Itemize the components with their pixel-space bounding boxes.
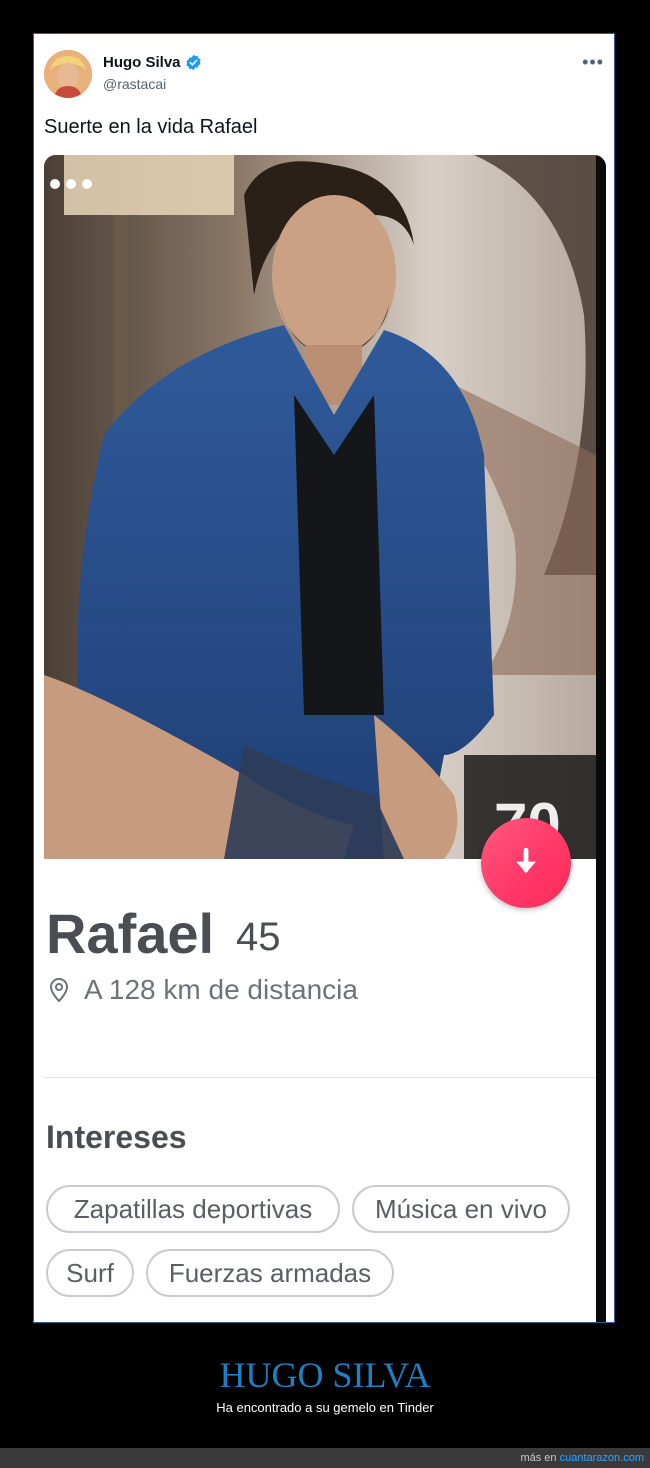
photo-dot[interactable] <box>82 179 92 189</box>
scroll-rail <box>596 155 606 1322</box>
location-row: A 128 km de distancia <box>48 974 358 1006</box>
arrow-down-icon <box>516 847 536 873</box>
display-name[interactable]: Hugo Silva <box>103 54 181 71</box>
photo-dot[interactable] <box>50 179 60 189</box>
profile-info: Rafael 45 A 128 km de distancia Interese… <box>44 859 596 1322</box>
interest-chip[interactable]: Fuerzas armadas <box>146 1249 394 1297</box>
profile-photo[interactable]: 70 <box>44 155 596 859</box>
interests-title: Intereses <box>46 1119 187 1155</box>
interest-chip[interactable]: Zapatillas deportivas <box>46 1185 340 1233</box>
interest-chip[interactable]: Música en vivo <box>352 1185 570 1233</box>
tweet-card: Hugo Silva @rastacai ••• Suerte en la vi… <box>33 33 615 1323</box>
location-pin-icon <box>49 977 69 1003</box>
handle[interactable]: @rastacai <box>103 76 166 92</box>
tweet-media[interactable]: 70 Rafael 45 <box>44 155 606 1322</box>
more-horizontal-icon[interactable]: ••• <box>582 52 604 73</box>
avatar[interactable] <box>44 50 92 98</box>
footer-bar: más en cuantarazon.com <box>0 1448 650 1468</box>
footer-site-link[interactable]: cuantarazon.com <box>560 1452 644 1464</box>
divider <box>44 1077 596 1078</box>
verified-badge-icon <box>185 54 201 71</box>
profile-age: 45 <box>236 915 281 959</box>
footer-prefix: más en <box>520 1452 557 1464</box>
profile-name: Rafael <box>46 902 215 965</box>
tweet-text: Suerte en la vida Rafael <box>44 116 258 138</box>
footer-text: más en cuantarazon.com <box>520 1452 644 1464</box>
interest-chip[interactable]: Surf <box>46 1249 134 1297</box>
distance-text: A 128 km de distancia <box>84 974 358 1005</box>
photo-dot[interactable] <box>66 179 76 189</box>
info-down-button[interactable] <box>481 818 571 908</box>
photo-indicator <box>50 179 92 189</box>
caption-subtitle: Ha encontrado a su gemelo en Tinder <box>216 1400 434 1415</box>
author-row: Hugo Silva <box>103 54 202 71</box>
caption-title: HUGO SILVA <box>219 1355 431 1395</box>
